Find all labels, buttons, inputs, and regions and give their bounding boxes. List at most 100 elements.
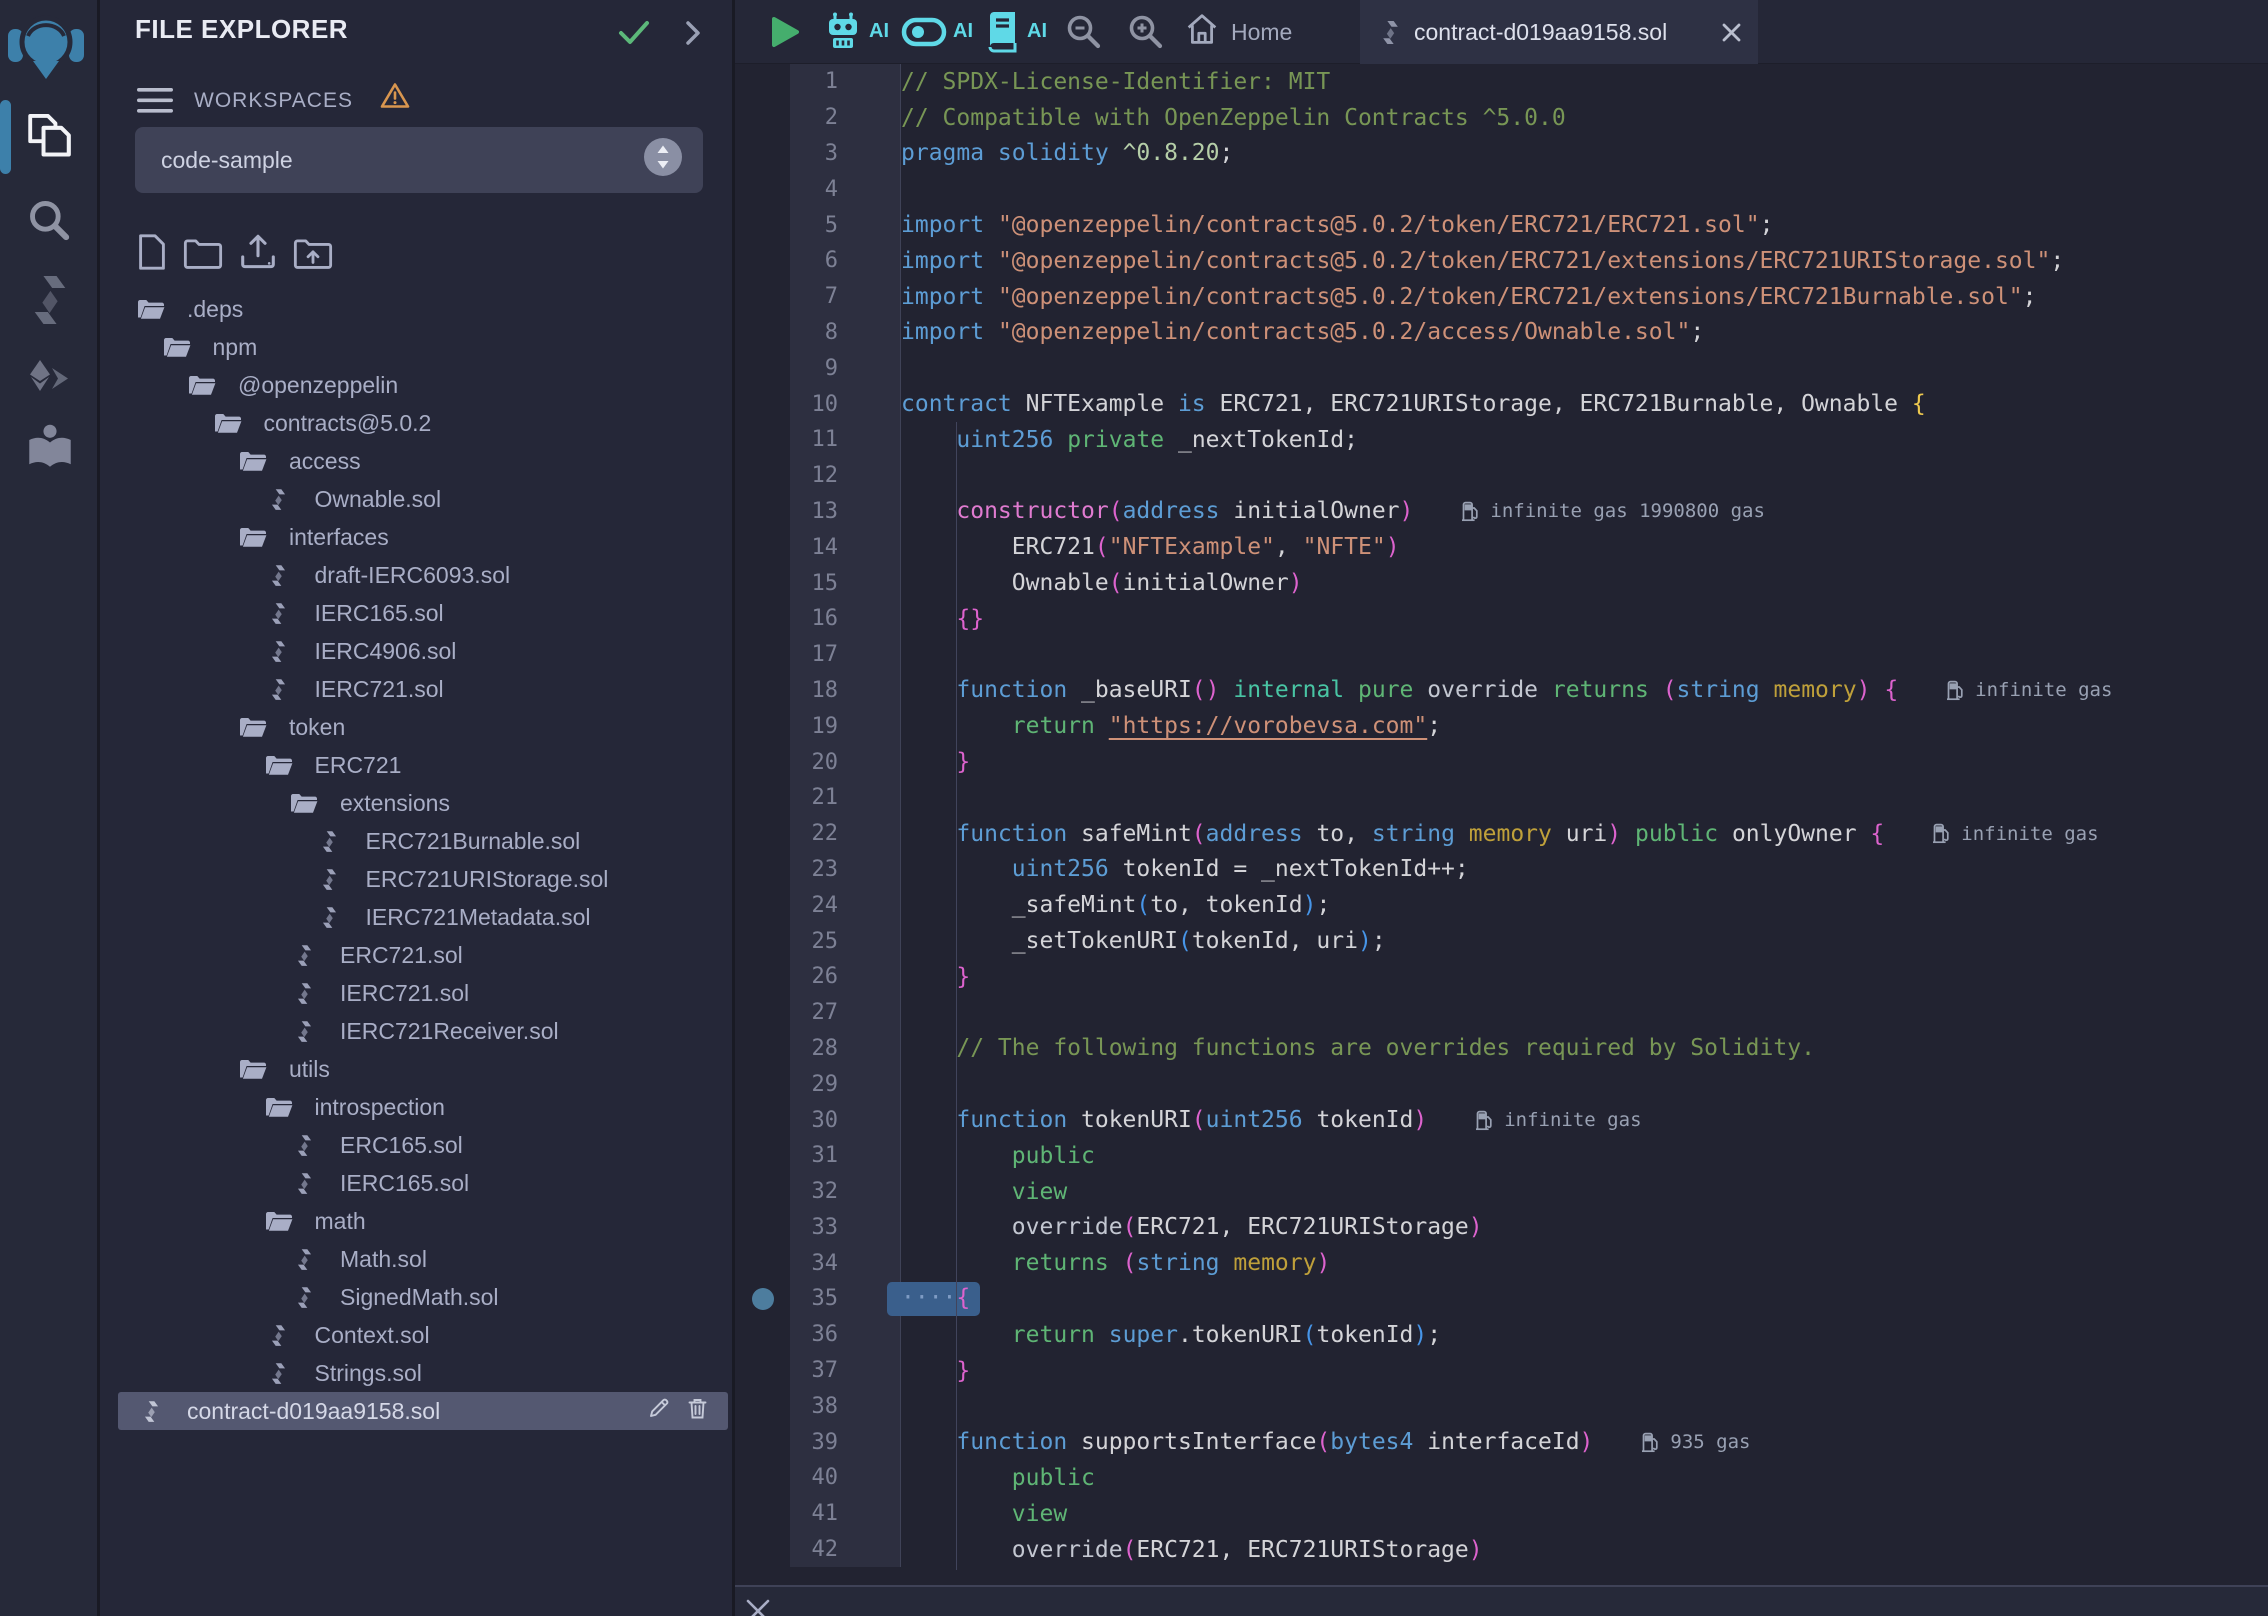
line-number[interactable]: 2 bbox=[790, 99, 850, 136]
code-line-content[interactable] bbox=[901, 780, 2268, 816]
line-number[interactable]: 9 bbox=[790, 350, 850, 387]
code-line-content[interactable] bbox=[901, 350, 2268, 386]
line-number[interactable]: 23 bbox=[790, 851, 850, 888]
zoom-out-icon[interactable] bbox=[1065, 13, 1103, 56]
breakpoint-margin[interactable] bbox=[735, 529, 790, 565]
search-icon[interactable] bbox=[27, 198, 71, 247]
line-number[interactable]: 33 bbox=[790, 1209, 850, 1246]
breakpoint-margin[interactable] bbox=[735, 995, 790, 1031]
file-explorer-icon[interactable] bbox=[27, 113, 72, 164]
line-number[interactable]: 29 bbox=[790, 1066, 850, 1103]
upload-file-icon[interactable] bbox=[238, 232, 278, 270]
zoom-in-icon[interactable] bbox=[1127, 13, 1165, 56]
line-number[interactable]: 42 bbox=[790, 1531, 850, 1568]
code-line-content[interactable]: import "@openzeppelin/contracts@5.0.2/to… bbox=[901, 243, 2268, 279]
code-line-content[interactable]: view bbox=[901, 1496, 2268, 1532]
fold-gutter[interactable] bbox=[850, 1066, 901, 1103]
code-line-content[interactable]: return super .tokenURI(tokenId); bbox=[901, 1317, 2268, 1353]
fold-gutter[interactable] bbox=[850, 1388, 901, 1425]
code-line-content[interactable]: } bbox=[901, 744, 2268, 780]
breakpoint-margin[interactable] bbox=[735, 1031, 790, 1067]
fold-gutter[interactable] bbox=[850, 1531, 901, 1568]
breakpoint-margin[interactable] bbox=[735, 1138, 790, 1174]
code-line-content[interactable]: // SPDX-License-Identifier: MIT bbox=[901, 64, 2268, 100]
code-editor[interactable]: 1 // SPDX-License-Identifier: MIT 2 // Comp… bbox=[735, 64, 2268, 1585]
tree-item-IERC721Receiver.sol[interactable]: IERC721Receiver.sol bbox=[100, 1012, 732, 1050]
tab-close-icon[interactable] bbox=[1721, 22, 1742, 43]
code-line-content[interactable]: function safeMint(address to, string mem… bbox=[901, 816, 2268, 852]
fold-gutter[interactable] bbox=[850, 851, 901, 888]
fold-gutter[interactable] bbox=[850, 529, 901, 566]
fold-gutter[interactable] bbox=[850, 207, 901, 243]
breakpoint-margin[interactable] bbox=[735, 1496, 790, 1532]
fold-gutter[interactable] bbox=[850, 1424, 901, 1461]
terminal-toggle-icon[interactable] bbox=[745, 1598, 771, 1616]
line-number[interactable]: 30 bbox=[790, 1102, 850, 1138]
run-script-icon[interactable] bbox=[771, 16, 799, 53]
tree-item-ERC721[interactable]: ERC721 bbox=[100, 746, 732, 784]
code-line-content[interactable]: function tokenURI(uint256 tokenId) infini… bbox=[901, 1102, 2268, 1138]
line-number[interactable]: 27 bbox=[790, 994, 850, 1031]
line-number[interactable]: 15 bbox=[790, 565, 850, 601]
line-number[interactable]: 40 bbox=[790, 1460, 850, 1496]
line-number[interactable]: 7 bbox=[790, 278, 850, 315]
breakpoint-margin[interactable] bbox=[735, 64, 790, 100]
code-line-content[interactable] bbox=[901, 637, 2268, 673]
line-number[interactable]: 13 bbox=[790, 493, 850, 530]
fold-gutter[interactable] bbox=[850, 565, 901, 601]
code-line-content[interactable]: function supportsInterface(bytes4 interf… bbox=[901, 1424, 2268, 1460]
breakpoint-margin[interactable] bbox=[735, 565, 790, 601]
breakpoint-margin[interactable] bbox=[735, 601, 790, 637]
fold-gutter[interactable] bbox=[850, 1460, 901, 1496]
new-file-icon[interactable] bbox=[136, 234, 168, 270]
code-line-content[interactable]: view bbox=[901, 1174, 2268, 1210]
fold-gutter[interactable] bbox=[850, 278, 901, 315]
fold-gutter[interactable] bbox=[850, 1137, 901, 1174]
tree-item-Ownable.sol[interactable]: Ownable.sol bbox=[100, 480, 732, 518]
code-line-content[interactable] bbox=[901, 1066, 2268, 1102]
fold-gutter[interactable] bbox=[850, 994, 901, 1031]
workspace-select[interactable]: code-sample bbox=[135, 127, 703, 193]
fold-gutter[interactable] bbox=[850, 64, 901, 100]
breakpoint-margin[interactable] bbox=[735, 708, 790, 744]
panel-expand-chevron-icon[interactable] bbox=[682, 19, 706, 52]
fold-gutter[interactable] bbox=[850, 135, 901, 172]
upload-folder-icon[interactable] bbox=[293, 236, 333, 270]
solidity-compiler-icon[interactable] bbox=[32, 276, 68, 329]
breakpoint-margin[interactable] bbox=[735, 959, 790, 995]
line-number[interactable]: 17 bbox=[790, 636, 850, 673]
code-line-content[interactable]: returns (string memory) bbox=[901, 1245, 2268, 1281]
breakpoint-margin[interactable] bbox=[735, 780, 790, 816]
tree-item-contracts@5.0.2[interactable]: contracts@5.0.2 bbox=[100, 404, 732, 442]
breakpoint-margin[interactable] bbox=[735, 1460, 790, 1496]
line-number[interactable]: 39 bbox=[790, 1424, 850, 1461]
tree-item-ERC721URIStorage.sol[interactable]: ERC721URIStorage.sol bbox=[100, 860, 732, 898]
workspace-warning-icon[interactable] bbox=[380, 82, 410, 114]
fold-gutter[interactable] bbox=[850, 99, 901, 136]
line-number[interactable]: 21 bbox=[790, 779, 850, 816]
fold-gutter[interactable] bbox=[850, 457, 901, 494]
code-line-content[interactable] bbox=[901, 171, 2268, 207]
fold-gutter[interactable] bbox=[850, 171, 901, 208]
tree-item-Strings.sol[interactable]: Strings.sol bbox=[100, 1354, 732, 1392]
rename-file-icon[interactable] bbox=[648, 1397, 670, 1426]
fold-gutter[interactable] bbox=[850, 887, 901, 924]
fold-gutter[interactable] bbox=[850, 421, 901, 458]
fold-gutter[interactable] bbox=[850, 493, 901, 530]
breakpoint-margin[interactable] bbox=[735, 1388, 790, 1424]
breakpoint-margin[interactable] bbox=[735, 1353, 790, 1389]
tree-item-utils[interactable]: utils bbox=[100, 1050, 732, 1088]
breakpoint-margin[interactable] bbox=[735, 171, 790, 207]
tree-item-ERC721.sol[interactable]: ERC721.sol bbox=[100, 936, 732, 974]
code-line-content[interactable]: ERC721("NFTExample", "NFTE") bbox=[901, 529, 2268, 565]
line-number[interactable]: 11 bbox=[790, 421, 850, 458]
confirm-check-icon[interactable] bbox=[618, 20, 650, 51]
line-number[interactable]: 14 bbox=[790, 529, 850, 566]
tree-item-access[interactable]: access bbox=[100, 442, 732, 480]
code-line-content[interactable]: // The following functions are overrides… bbox=[901, 1031, 2268, 1067]
breakpoint-margin[interactable] bbox=[735, 1245, 790, 1281]
tree-item-IERC165.sol[interactable]: IERC165.sol bbox=[100, 1164, 732, 1202]
fold-gutter[interactable] bbox=[850, 1352, 901, 1389]
tree-item-Math.sol[interactable]: Math.sol bbox=[100, 1240, 732, 1278]
code-line-content[interactable] bbox=[901, 1388, 2268, 1424]
